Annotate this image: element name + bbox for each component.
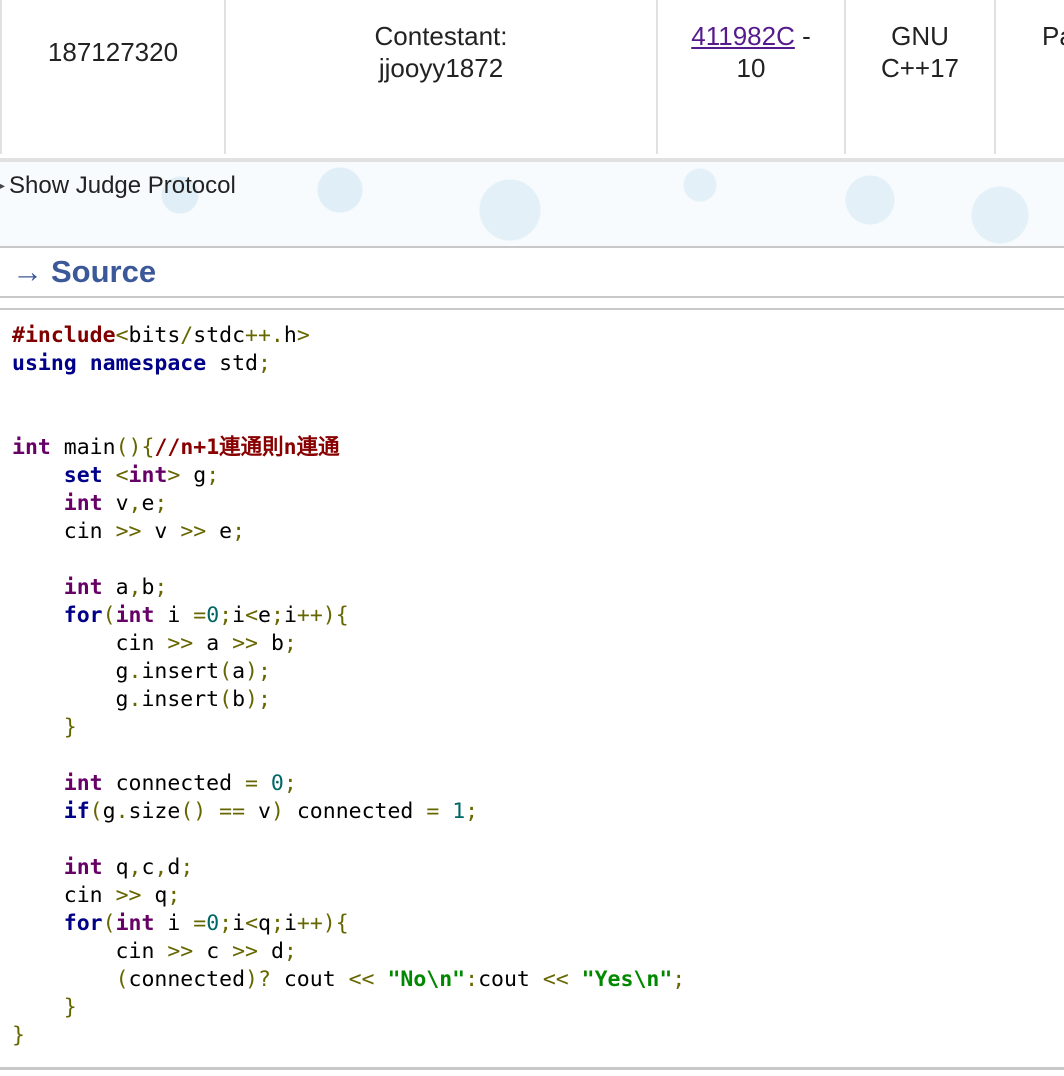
- submission-id[interactable]: 187127320: [48, 36, 178, 68]
- expand-triangle-icon: ▸: [0, 180, 6, 192]
- code-line: cin >> c >> d;: [12, 939, 297, 964]
- problem-link[interactable]: 411982C: [691, 21, 795, 51]
- code-line: #include<bits/stdc++.h>: [12, 323, 310, 348]
- code-line: int q,c,d;: [63, 855, 194, 880]
- judge-protocol-label[interactable]: Show Judge Protocol: [9, 172, 236, 200]
- submission-status-table: 187127320 Contestant: jjooyy1872 411982C…: [0, 0, 1064, 162]
- code-line: using namespace std;: [12, 351, 271, 376]
- party-label: Contestant:: [374, 21, 508, 51]
- arrow-icon: →: [12, 254, 43, 289]
- code-line: for(int i =0;i<e;i++){: [63, 603, 349, 628]
- language-line2: C++17: [880, 53, 960, 83]
- source-code[interactable]: #include<bits/stdc++.h> using namespace …: [0, 310, 1064, 1050]
- show-judge-protocol-toggle[interactable]: ▸ Show Judge Protocol: [0, 172, 236, 200]
- verdict-partial: Pa: [1042, 21, 1064, 51]
- code-line: }: [63, 715, 77, 740]
- code-line: cin >> q;: [12, 883, 181, 908]
- code-line: if(g.size() == v) connected = 1;: [63, 799, 479, 824]
- code-line: int main(){//n+1連通則n連通: [12, 435, 340, 460]
- code-line: cin >> a >> b;: [12, 631, 297, 656]
- source-code-box: #include<bits/stdc++.h> using namespace …: [0, 308, 1064, 1070]
- code-line: g.insert(b);: [12, 687, 271, 712]
- source-section: → Source #include<bits/stdc++.h> using n…: [0, 246, 1064, 1076]
- snowflake-background: [0, 155, 1064, 250]
- code-line: int a,b;: [63, 575, 168, 600]
- code-line: cin >> v >> e;: [12, 519, 246, 544]
- problem-cell: 411982C - 10: [656, 0, 844, 154]
- code-line: for(int i =0;i<q;i++){: [63, 911, 349, 936]
- code-line: g.insert(a);: [12, 659, 271, 684]
- code-line: int v,e;: [63, 491, 168, 516]
- source-title: Source: [51, 254, 157, 289]
- problem-index: 10: [736, 53, 766, 83]
- language-line1: GNU: [891, 21, 949, 51]
- code-line: (connected)? cout << "No\n":cout << "Yes…: [115, 967, 686, 992]
- submission-id-cell: 187127320: [0, 0, 224, 154]
- verdict-cell: Pa: [994, 0, 1064, 154]
- source-header: → Source: [0, 246, 1064, 298]
- party-cell: Contestant: jjooyy1872: [224, 0, 656, 154]
- code-line: }: [12, 1023, 25, 1048]
- language-cell: GNU C++17: [844, 0, 994, 154]
- code-line: set <int> g;: [63, 463, 220, 488]
- party-handle[interactable]: jjooyy1872: [226, 52, 656, 84]
- problem-dash: -: [794, 21, 811, 51]
- code-line: int connected = 0;: [63, 771, 297, 796]
- code-line: }: [63, 995, 77, 1020]
